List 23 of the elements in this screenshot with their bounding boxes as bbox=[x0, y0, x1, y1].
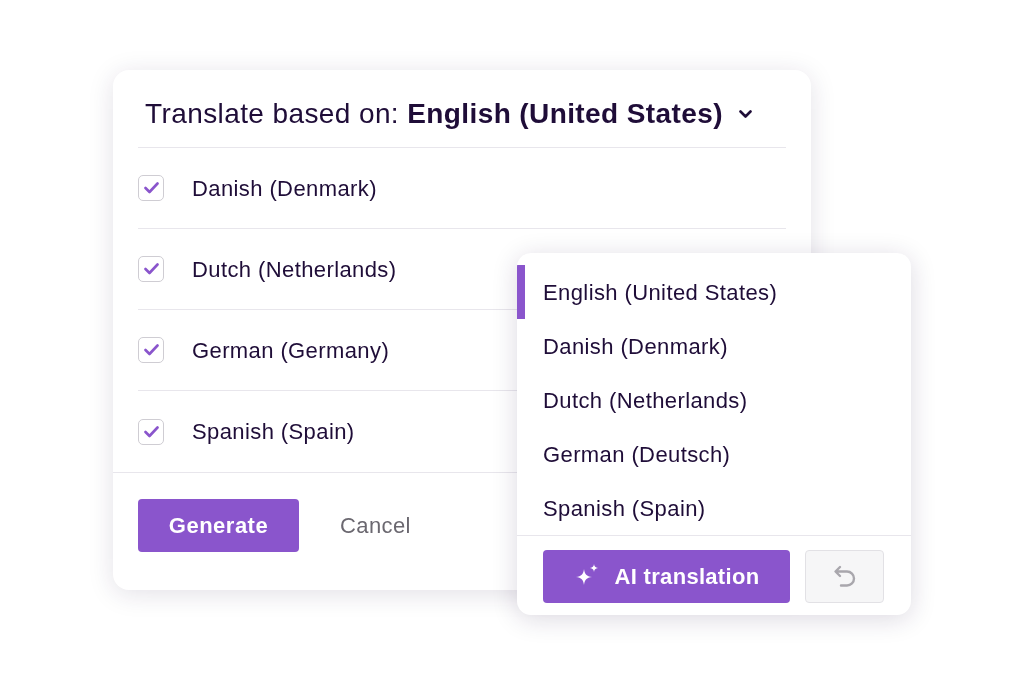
checkbox[interactable] bbox=[138, 337, 164, 363]
checkmark-icon bbox=[143, 182, 159, 194]
language-label: Dutch (Netherlands) bbox=[192, 255, 397, 284]
language-option[interactable]: Danish (Denmark) bbox=[517, 319, 911, 373]
chevron-down-icon bbox=[738, 109, 752, 118]
language-label: German (Germany) bbox=[192, 336, 390, 365]
checkbox[interactable] bbox=[138, 418, 164, 445]
source-language-dropdown[interactable]: Translate based on: English (United States) bbox=[138, 99, 752, 128]
ai-translation-button[interactable]: AI translation bbox=[543, 549, 790, 603]
checkbox[interactable] bbox=[138, 256, 164, 282]
checkmark-icon bbox=[143, 344, 159, 356]
cancel-button[interactable]: Cancel bbox=[340, 509, 411, 542]
checkmark-icon bbox=[143, 263, 159, 275]
language-option[interactable]: Spanish (Spain) bbox=[517, 481, 911, 535]
language-option[interactable]: German (Deutsch) bbox=[517, 427, 911, 481]
checkmark-icon bbox=[143, 425, 159, 438]
language-option[interactable]: Dutch (Netherlands) bbox=[517, 373, 911, 427]
language-option[interactable]: English (United States) bbox=[517, 265, 911, 319]
language-label: Spanish (Spain) bbox=[192, 418, 355, 446]
checkbox[interactable] bbox=[138, 175, 164, 201]
undo-icon bbox=[832, 565, 857, 587]
generate-button[interactable]: Generate bbox=[138, 499, 299, 552]
language-label: Danish (Denmark) bbox=[192, 174, 377, 203]
